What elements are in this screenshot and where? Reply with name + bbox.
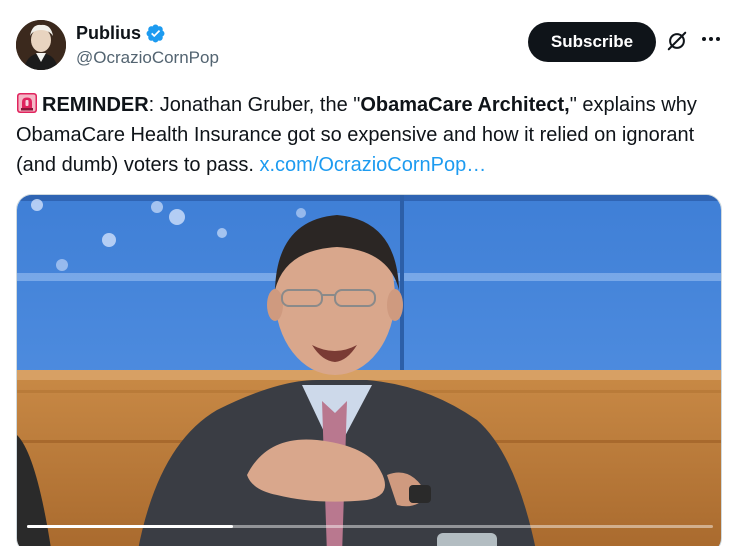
video-progress-fill xyxy=(27,525,233,528)
tweet-header: Publius @OcrazioCornPop Subscribe xyxy=(16,18,721,74)
more-icon[interactable] xyxy=(700,28,722,50)
tweet-bold-phrase: ObamaCare Architect, xyxy=(360,94,570,116)
author-names: Publius @OcrazioCornPop xyxy=(76,22,219,68)
display-name-row: Publius xyxy=(76,22,219,44)
portrait-avatar-icon xyxy=(16,20,66,70)
grok-icon[interactable] xyxy=(666,30,688,52)
video-player[interactable] xyxy=(16,194,722,546)
video-progress-bar[interactable] xyxy=(27,525,713,528)
avatar[interactable] xyxy=(16,20,66,70)
subscribe-button[interactable]: Subscribe xyxy=(528,22,656,62)
tweet-text-part-1: : Jonathan Gruber, the " xyxy=(148,94,361,116)
video-frame-image xyxy=(17,195,721,546)
ellipsis-icon xyxy=(702,37,720,41)
display-name[interactable]: Publius xyxy=(76,23,141,44)
tweet-text: REMINDER: Jonathan Gruber, the "ObamaCar… xyxy=(16,90,724,180)
siren-icon xyxy=(17,93,37,113)
tweet-link[interactable]: x.com/OcrazioCornPop… xyxy=(259,154,486,176)
handle[interactable]: @OcrazioCornPop xyxy=(76,48,219,68)
reminder-label: REMINDER xyxy=(42,94,149,116)
verified-badge-icon[interactable] xyxy=(145,23,166,44)
